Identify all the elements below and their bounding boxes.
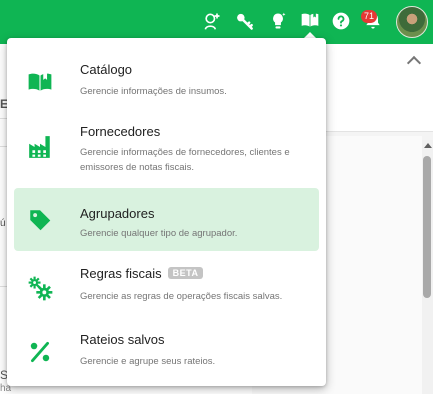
menu-item-fornecedores[interactable]: Fornecedores Gerencie informações de for…: [14, 112, 319, 182]
menu-item-description: Gerencie informações de insumos.: [80, 86, 227, 97]
notification-count-badge: 71: [361, 10, 378, 23]
catalog-book-icon[interactable]: [298, 6, 322, 34]
menu-item-title: Regras fiscais BETA: [80, 266, 204, 281]
key-icon[interactable]: [233, 9, 257, 33]
menu-item-rateios-salvos[interactable]: Rateios salvos Gerencie e agrupe seus ra…: [14, 320, 319, 383]
user-avatar[interactable]: [396, 6, 428, 38]
percent-icon: [26, 338, 54, 366]
factory-icon: [26, 133, 54, 161]
menu-item-title: Agrupadores: [80, 206, 155, 221]
menu-item-description: Gerencie as regras de operações fiscais …: [80, 291, 283, 302]
menu-item-regras-fiscais[interactable]: Regras fiscais BETA Gerencie as regras de…: [14, 256, 319, 319]
open-book-icon: [26, 68, 54, 96]
menu-item-title-text: Regras fiscais: [80, 266, 162, 281]
user-add-icon[interactable]: [200, 9, 224, 33]
background-text-fragment: ú: [0, 218, 6, 229]
menu-item-title: Fornecedores: [80, 124, 161, 139]
menu-item-description: Gerencie qualquer tipo de agrupador.: [80, 228, 238, 239]
menu-item-description: Gerencie informações de fornecedores, cl…: [80, 147, 290, 173]
scrollbar-thumb[interactable]: [423, 156, 431, 298]
catalog-dropdown-menu: Catálogo Gerencie informações de insumos…: [7, 38, 326, 386]
help-icon[interactable]: [329, 9, 353, 33]
beta-badge: BETA: [167, 267, 204, 279]
menu-item-catalogo[interactable]: Catálogo Gerencie informações de insumos…: [14, 50, 319, 113]
menu-item-title: Catálogo: [80, 62, 133, 77]
tag-icon: [26, 206, 54, 234]
menu-item-description: Gerencie e agrupe seus rateios.: [80, 356, 216, 367]
menu-item-title: Rateios salvos: [80, 332, 165, 347]
menu-item-agrupadores[interactable]: Agrupadores Gerencie qualquer tipo de ag…: [14, 188, 319, 251]
scroll-up-arrow-icon[interactable]: [424, 143, 432, 148]
lightbulb-icon[interactable]: [266, 9, 290, 33]
gears-icon: [26, 274, 54, 302]
